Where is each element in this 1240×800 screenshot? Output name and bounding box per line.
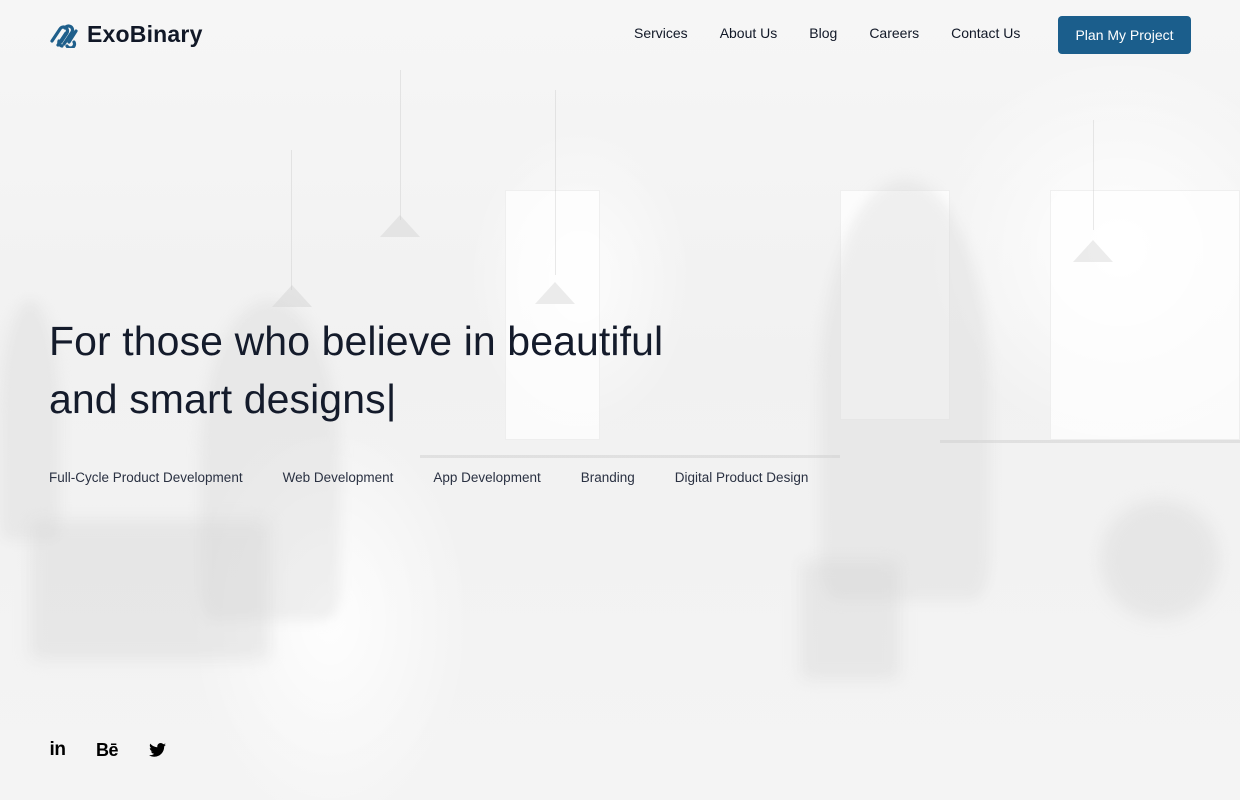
nav-item-blog[interactable]: Blog [809,25,837,41]
background-lamp-cord [1093,120,1094,230]
twitter-link[interactable] [149,740,166,760]
linkedin-link[interactable]: in [49,739,66,760]
typing-caret: | [385,376,397,422]
service-link-web-development[interactable]: Web Development [283,470,394,485]
social-links: in Bē [49,739,196,760]
background-lamp-cord [400,70,401,220]
brand-name: ExoBinary [87,21,203,47]
service-link-app-development[interactable]: App Development [433,470,540,485]
background-lamp [380,215,420,237]
logo-link[interactable]: ExoBinary [49,21,203,50]
background-lamp-cord [291,150,292,290]
plan-my-project-button[interactable]: Plan My Project [1058,16,1191,54]
hero-title-line-1: For those who believe in beautiful [49,318,664,364]
background-plant [820,180,990,600]
background-lamp-cord [555,90,556,275]
background-desk [940,440,1240,443]
hero-title-line-2: and smart designs [49,376,386,422]
service-link-digital-product-design[interactable]: Digital Product Design [675,470,809,485]
nav-item-about-us[interactable]: About Us [720,25,778,41]
background-window [1050,190,1240,440]
service-link-full-cycle-product-development[interactable]: Full-Cycle Product Development [49,470,243,485]
services-list: Full-Cycle Product Development Web Devel… [49,470,848,485]
service-link-branding[interactable]: Branding [581,470,635,485]
nav-item-careers[interactable]: Careers [869,25,919,41]
main-nav: Services About Us Blog Careers Contact U… [634,25,1052,41]
site-header: ExoBinary Services About Us Blog Careers… [0,0,1240,70]
paperclip-wave-logo-icon [49,22,79,50]
background-lamp [535,282,575,304]
background-chair [1100,500,1220,620]
behance-icon: Bē [96,739,119,760]
twitter-icon [149,743,166,757]
background-desk [420,455,840,458]
hero-title: For those who believe in beautiful and s… [49,312,749,428]
nav-item-services[interactable]: Services [634,25,688,41]
linkedin-icon: in [49,739,66,760]
background-lamp [1073,240,1113,262]
background-furniture [800,560,900,680]
behance-link[interactable]: Bē [96,739,119,760]
background-furniture [30,520,270,660]
nav-item-contact-us[interactable]: Contact Us [951,25,1020,41]
